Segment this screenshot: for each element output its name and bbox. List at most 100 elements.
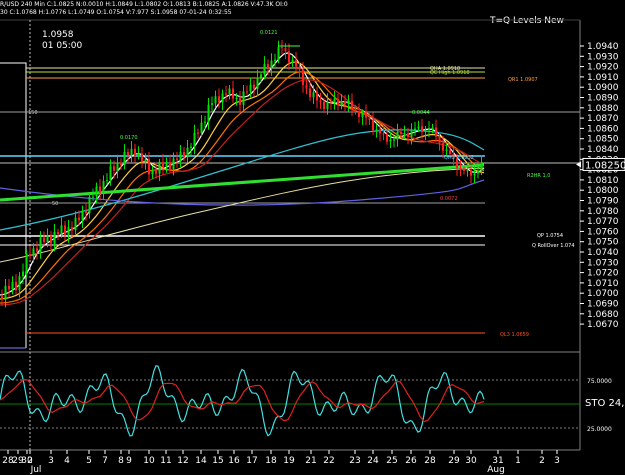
candle-body [253,84,255,89]
candle-body [480,161,483,171]
candle-body [260,74,262,78]
candle-body [158,161,161,174]
price-tick-label: 1.0790 [587,197,619,207]
date-axis-layer: 282930Jul2 3 4 5 7 8 9 10 11 12 14 15 16 17 18 19 21 22 23… [2,450,560,475]
date-tick-label: 24 [367,456,379,466]
candle-body [473,173,476,176]
price-tick-label: 1.0780 [587,207,619,217]
candle-body [274,59,276,61]
price-tick-label: 1.0810 [587,176,619,186]
date-tick-label: 2 [539,456,545,466]
candle-body [53,231,56,244]
candle-body [445,149,448,151]
price-tick-label: 1.0670 [587,320,619,330]
ma-green-line [0,163,485,202]
candle-body [424,130,427,133]
price-tick-label: 1.0720 [587,269,619,279]
candle-body [211,103,213,105]
date-month-label: Jul [30,465,42,475]
candle-body [165,162,168,167]
candle-body [109,166,112,180]
date-tick-label: 28 [424,456,436,466]
price-tick-label: 1.0840 [587,145,619,155]
price-tick-label: 1.0880 [587,104,619,114]
level-label: R2HR 1.0 [527,173,550,179]
candle-body [256,77,259,89]
price-chart[interactable]: QHA 1.0918QC High 1.0918QR1 1.0907QH3 1.… [0,0,625,475]
candle-body [333,98,336,103]
price-tick-label: 1.0690 [587,300,619,310]
date-tick-label: 8 [118,456,124,466]
chart-labels-layer: QHA 1.0918QC High 1.0918QR1 1.0907QH3 1.… [28,30,575,338]
stoch-tick-label: 75.0000 [587,378,612,385]
chart-annotation: 150 [28,110,38,116]
candle-body [428,129,430,131]
ma-orange-line [0,71,485,304]
candle-body [284,48,287,52]
candle-body [144,159,147,162]
candle-body [470,170,472,176]
candle-body [148,159,150,175]
candle-body [36,248,38,252]
candle-body [316,92,318,101]
candle-body [193,132,196,147]
candle-body [291,59,294,63]
date-tick-label: 11 [160,456,171,466]
candle-body [330,101,332,103]
candle-body [344,101,346,105]
candle-body [368,117,371,120]
date-tick-label: 4 [64,456,70,466]
chart-annotation: 0.0121 [260,30,278,36]
candle-body [403,133,406,135]
candle-body [172,158,175,169]
candle-body [263,64,266,75]
candle-body [71,227,73,231]
candle-body [442,142,444,151]
date-tick-label: 5 [86,456,92,466]
candle-body [323,101,325,110]
candle-body [130,148,133,156]
date-tick-label: 12 [177,456,188,466]
candle-body [50,235,52,244]
candle-body [207,104,210,122]
candle-body [414,128,416,131]
candle-body [438,136,441,143]
candle-body [249,84,252,92]
moving-averages-layer [0,52,485,306]
chart-window[interactable]: R/USD 240 Min C:1.0825 N:0.0010 H:1.0849… [0,0,625,475]
candle-body [382,133,385,135]
price-tick-label: 1.0710 [587,279,619,289]
candle-body [8,285,10,290]
candle-body [102,180,105,193]
date-tick-label: 7 [102,456,108,466]
date-tick-label: 9 [126,456,132,466]
candle-body [60,225,63,235]
price-tick-label: 1.0900 [587,83,619,93]
candle-body [81,210,84,221]
candle-body [137,153,140,157]
date-tick-label: 25 [386,456,397,466]
level-label: QP 1.0754 [537,233,563,239]
candle-body [15,281,17,291]
date-tick-label: 17 [246,456,257,466]
date-tick-label: 26 [405,456,417,466]
price-tick-label: 1.0770 [587,217,619,227]
candle-body [242,91,245,105]
date-tick-label: 1 [515,456,521,466]
candle-body [319,100,322,102]
candle-body [155,170,157,174]
candle-body [116,162,119,171]
date-tick-label: 30 [465,456,477,466]
candle-body [162,161,164,167]
price-tick-label: 1.0740 [587,248,619,258]
level-label: QC High 1.0918 [430,70,470,76]
candle-body [141,153,143,162]
date-tick-label: 15 [212,456,223,466]
price-tick-label: 1.0750 [587,238,619,248]
candle-body [4,285,7,300]
price-tick-label: 1.0800 [587,186,619,196]
date-tick-label: 18 [265,456,277,466]
candle-body [358,111,360,117]
date-tick-label: 10 [143,456,155,466]
candle-body [200,122,203,133]
